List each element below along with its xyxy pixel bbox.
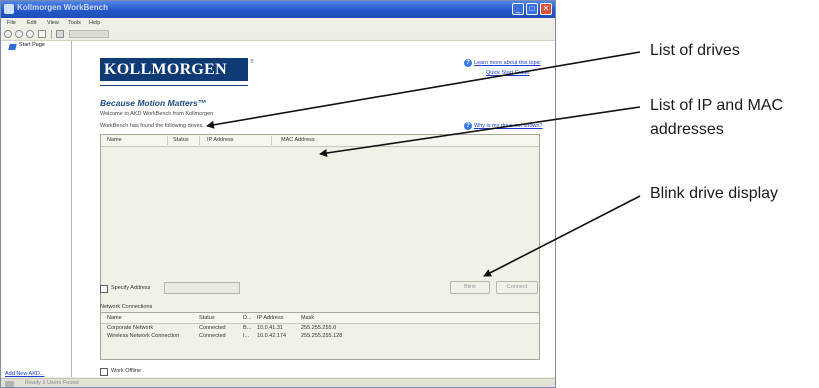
arrow-ip-mac — [319, 106, 641, 157]
callout-blink: Blink drive display — [650, 185, 779, 202]
arrow-list-of-drives — [206, 51, 641, 129]
callout-ip-mac-line2: addresses — [650, 121, 724, 138]
callout-ip-mac-line1: List of IP and MAC — [650, 97, 784, 114]
arrow-blink — [483, 195, 641, 277]
callout-list-of-drives: List of drives — [650, 42, 740, 59]
